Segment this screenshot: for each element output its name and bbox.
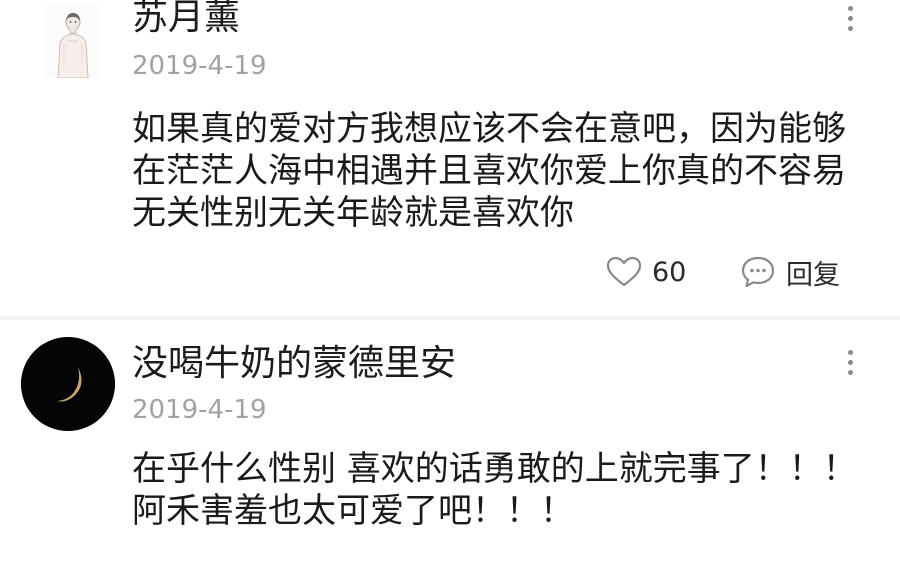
like-button[interactable]: 60 bbox=[606, 252, 686, 292]
comment-username[interactable]: 没喝牛奶的蒙德里安 bbox=[132, 342, 456, 386]
comment-bubble-icon bbox=[741, 256, 775, 288]
reply-label: 回复 bbox=[786, 259, 840, 291]
reply-button[interactable]: 回复 bbox=[740, 252, 840, 292]
comment-text-line: 无关性别无关年龄就是喜欢你 bbox=[132, 193, 574, 233]
comment-text-line: 如果真的爱对方我想应该不会在意吧，因为能够 bbox=[132, 109, 846, 149]
user-avatar[interactable] bbox=[21, 337, 115, 431]
user-avatar[interactable] bbox=[44, 6, 100, 78]
comment-text-line: 阿禾害羞也太可爱了吧！！！ bbox=[132, 491, 574, 531]
comment-feed: 苏月薰 2019-4-19 如果真的爱对方我想应该不会在意吧，因为能够 在茫茫人… bbox=[0, 0, 900, 562]
comment-username[interactable]: 苏月薰 bbox=[132, 0, 240, 40]
comment-date: 2019-4-19 bbox=[132, 395, 267, 425]
comment-text-line: 在乎什么性别 喜欢的话勇敢的上就完事了！！！ bbox=[132, 449, 857, 489]
comment-item: 苏月薰 2019-4-19 如果真的爱对方我想应该不会在意吧，因为能够 在茫茫人… bbox=[0, 0, 900, 316]
more-vertical-icon[interactable] bbox=[832, 0, 868, 38]
person-sketch-icon bbox=[44, 6, 100, 78]
heart-icon bbox=[606, 256, 642, 287]
like-count: 60 bbox=[652, 256, 687, 288]
more-vertical-icon[interactable] bbox=[832, 342, 868, 382]
comment-text: 如果真的爱对方我想应该不会在意吧，因为能够 在茫茫人海中相遇并且喜欢你爱上你真的… bbox=[132, 108, 892, 234]
comment-date: 2019-4-19 bbox=[132, 51, 267, 81]
comment-text: 在乎什么性别 喜欢的话勇敢的上就完事了！！！ 阿禾害羞也太可爱了吧！！！ bbox=[132, 448, 892, 532]
crescent-moon-icon bbox=[21, 337, 115, 431]
comment-actions: 60 回复 bbox=[0, 252, 900, 292]
comment-text-line: 在茫茫人海中相遇并且喜欢你爱上你真的不容易 bbox=[132, 151, 846, 191]
